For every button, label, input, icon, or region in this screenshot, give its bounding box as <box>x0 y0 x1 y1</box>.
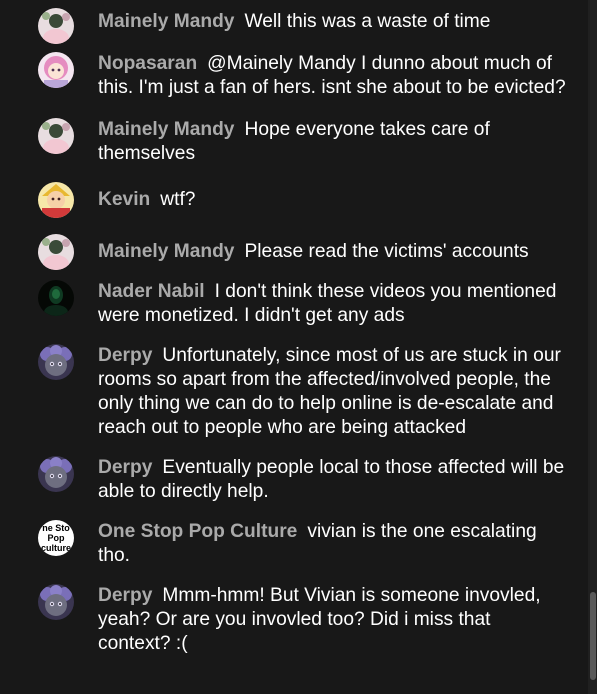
message-text: Please read the victims' accounts <box>244 241 529 262</box>
chat-message: Nopasaran @Mainely Mandy I dunno about mu… <box>0 38 588 104</box>
nopasaran-avatar-icon[interactable] <box>38 52 74 88</box>
avatar-text-line: Pop <box>48 533 66 543</box>
one-stop-pop-culture-avatar-icon[interactable]: ne Sto Pop culture <box>38 520 74 556</box>
message-author[interactable]: Nopasaran <box>98 53 197 74</box>
message-text: Mmm-hmm! But Vivian is someone invovled,… <box>98 585 541 654</box>
chat-message-list[interactable]: Mainely Mandy Well this was a waste of ti… <box>0 0 588 694</box>
chat-message: Nader Nabil I don't think these videos yo… <box>0 268 588 332</box>
chat-message: Mainely Mandy Please read the victims' ac… <box>0 216 588 270</box>
message-author[interactable]: Kevin <box>98 189 150 210</box>
chat-message: Derpy Eventually people local to those af… <box>0 444 588 508</box>
chat-message: Derpy Unfortunately, since most of us are… <box>0 332 588 444</box>
chat-message: Mainely Mandy Hope everyone takes care of… <box>0 104 588 170</box>
message-author[interactable]: Mainely Mandy <box>98 11 234 32</box>
message-author[interactable]: Mainely Mandy <box>98 241 234 262</box>
derpy-avatar-icon[interactable] <box>38 584 74 620</box>
message-author[interactable]: Derpy <box>98 585 152 606</box>
derpy-avatar-icon[interactable] <box>38 456 74 492</box>
message-author[interactable]: Derpy <box>98 457 152 478</box>
message-author[interactable]: Nader Nabil <box>98 281 205 302</box>
kevin-avatar-icon[interactable] <box>38 182 74 218</box>
scrollbar-thumb[interactable] <box>590 592 596 680</box>
message-text: Eventually people local to those affecte… <box>98 457 565 502</box>
avatar-text-line: culture <box>41 543 71 553</box>
chat-message: ne Sto Pop culture One Stop Pop Culture v… <box>0 508 588 572</box>
nader-avatar-icon[interactable] <box>38 280 74 316</box>
message-author[interactable]: Mainely Mandy <box>98 119 234 140</box>
chat-message: Derpy Mmm-hmm! But Vivian is someone invo… <box>0 572 588 660</box>
message-author[interactable]: One Stop Pop Culture <box>98 521 297 542</box>
mandy-avatar-icon[interactable] <box>38 118 74 154</box>
message-author[interactable]: Derpy <box>98 345 152 366</box>
chat-message: Mainely Mandy Well this was a waste of ti… <box>0 0 588 44</box>
message-text: Well this was a waste of time <box>244 11 491 32</box>
derpy-avatar-icon[interactable] <box>38 344 74 380</box>
chat-message: Kevin wtf? <box>0 170 588 218</box>
scrollbar[interactable] <box>588 0 597 694</box>
message-text: wtf? <box>160 189 196 210</box>
mandy-avatar-icon[interactable] <box>38 234 74 270</box>
message-text: Unfortunately, since most of us are stuc… <box>98 345 561 438</box>
avatar-text-line: ne Sto <box>42 523 70 533</box>
